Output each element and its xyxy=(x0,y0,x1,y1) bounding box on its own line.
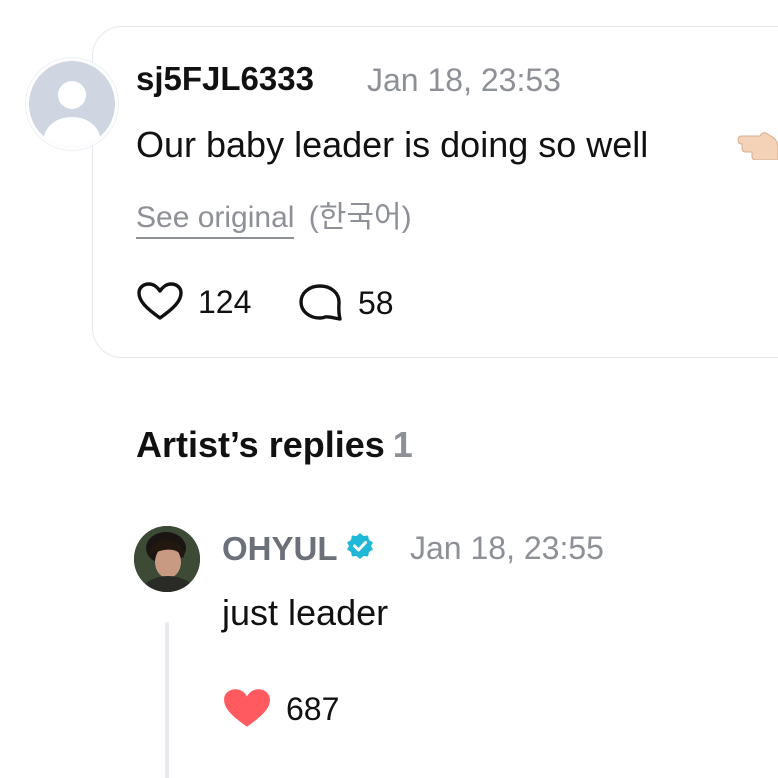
like-button[interactable]: 124 xyxy=(136,282,251,322)
artist-replies-count: 1 xyxy=(392,424,413,465)
reply-count: 58 xyxy=(358,284,394,321)
artist-reply-text: just leader xyxy=(222,592,389,633)
comment-thread-page: sj5FJL6333 Jan 18, 23:53 Our baby leader… xyxy=(0,0,778,778)
reply-button[interactable]: 58 xyxy=(298,282,394,324)
comment-timestamp: Jan 18, 23:53 xyxy=(367,62,561,98)
comment-text: Our baby leader is doing so well xyxy=(136,124,649,165)
artist-reply-like-count: 687 xyxy=(286,690,340,727)
artist-name-row[interactable]: OHYUL xyxy=(222,530,374,568)
artist-reply-timestamp: Jan 18, 23:55 xyxy=(410,530,604,566)
user-avatar[interactable] xyxy=(26,58,118,150)
heart-filled-icon xyxy=(224,689,270,727)
artist-replies-title: Artist’s replies xyxy=(136,424,385,465)
artist-photo-icon xyxy=(134,526,200,592)
verified-badge-icon xyxy=(346,530,374,568)
artist-name: OHYUL xyxy=(222,530,338,567)
default-avatar-icon xyxy=(44,81,100,147)
speech-bubble-icon xyxy=(299,284,342,321)
like-count: 124 xyxy=(198,283,252,320)
artist-reply-like-button[interactable]: 687 xyxy=(222,688,339,730)
see-original-link[interactable]: See original xyxy=(136,201,295,239)
artist-replies-heading: Artist’s replies 1 xyxy=(136,424,413,466)
thread-line xyxy=(165,622,169,778)
comment-username[interactable]: sj5FJL6333 xyxy=(136,60,314,98)
artist-avatar[interactable] xyxy=(134,526,200,592)
see-original-row: See original (한국어) xyxy=(136,192,412,239)
heart-outline-icon xyxy=(137,282,183,320)
original-language-label: (한국어) xyxy=(308,201,412,234)
pointing-left-hand-icon xyxy=(736,130,778,165)
